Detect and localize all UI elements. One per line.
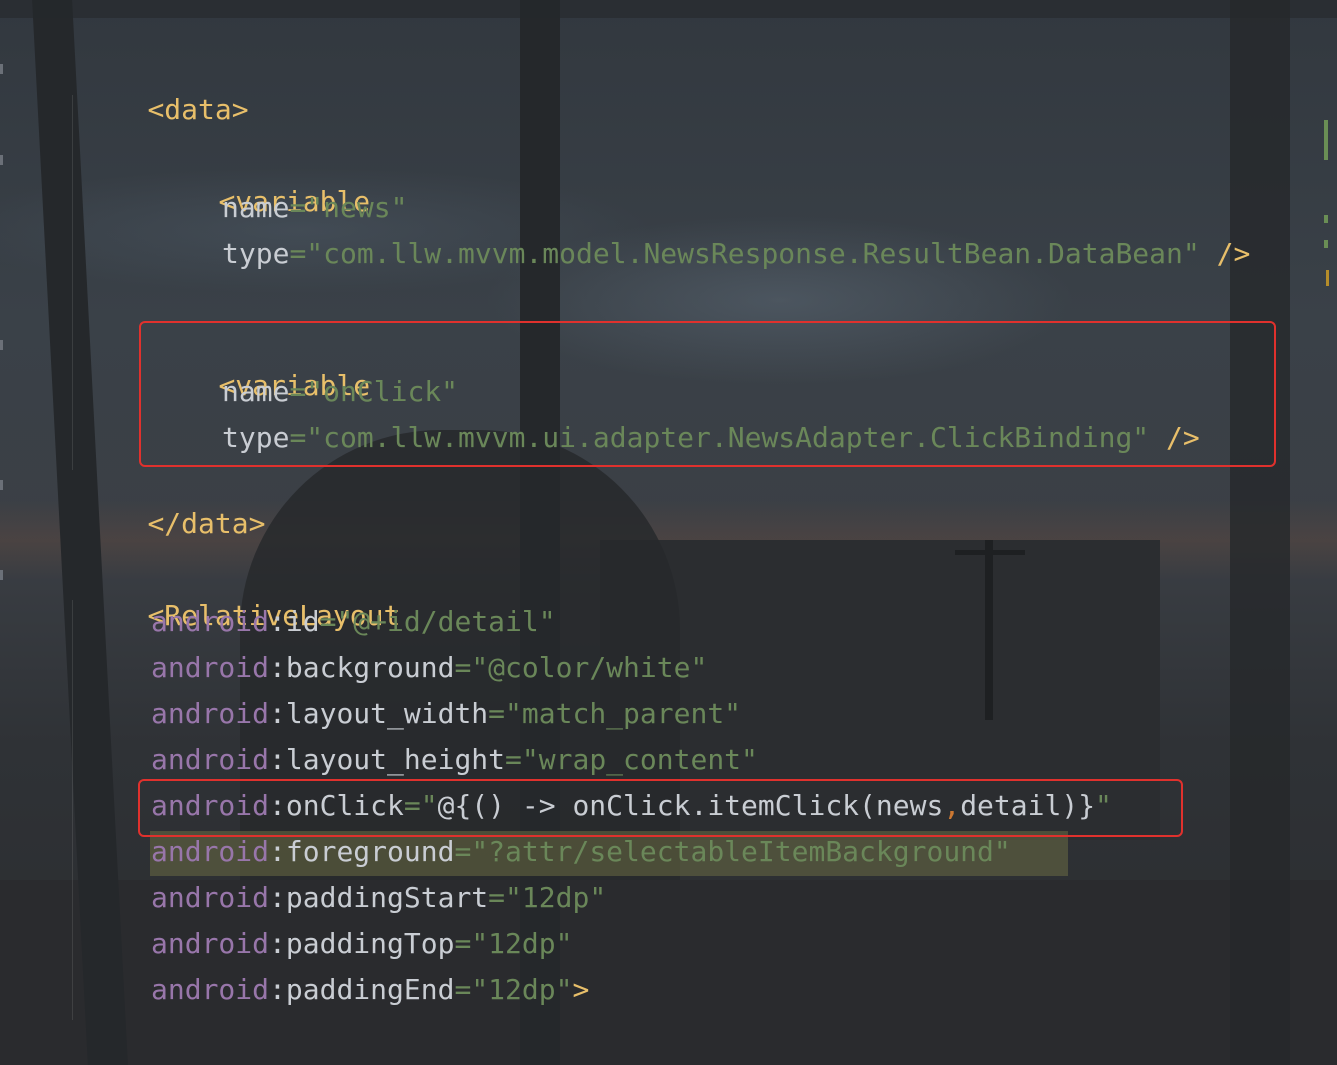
attribute-value: "12dp" [505, 881, 607, 914]
equals-sign: = [289, 237, 307, 270]
equals-sign: = [454, 927, 472, 960]
namespace-prefix: android [151, 697, 270, 730]
attribute-value: "?attr/selectableItemBackground" [471, 835, 1011, 868]
attribute-value: "12dp" [471, 927, 573, 960]
attribute-name: :foreground [269, 835, 455, 868]
indent-guide [72, 600, 73, 1020]
equals-sign: = [488, 881, 506, 914]
equals-sign: = [454, 973, 472, 1006]
tag-close: > [572, 973, 590, 1006]
equals-sign: = [289, 191, 307, 224]
attribute-name: :background [269, 651, 455, 684]
equals-sign: = [454, 835, 472, 868]
change-marker [1324, 120, 1328, 160]
attribute-value: "@+id/detail" [336, 605, 556, 638]
code-line-android-padding-start[interactable]: android:paddingStart="12dp" [151, 878, 606, 918]
xml-tag: </data> [147, 507, 266, 540]
code-line-android-id[interactable]: android:id="@+id/detail" [151, 602, 556, 642]
tag-close: /> [1199, 237, 1251, 270]
namespace-prefix: android [151, 973, 270, 1006]
code-line-android-padding-end[interactable]: android:paddingEnd="12dp"> [151, 970, 589, 1010]
attribute-name: name [222, 191, 290, 224]
equals-sign: = [488, 697, 506, 730]
code-line-android-padding-top[interactable]: android:paddingTop="12dp" [151, 924, 572, 964]
annotation-box-onclick-variable [139, 321, 1276, 467]
attribute-name: :id [269, 605, 320, 638]
attribute-name: :layout_width [269, 697, 489, 730]
code-line-variable-1-open[interactable]: <variable [151, 142, 370, 218]
change-marker [1324, 215, 1328, 223]
code-line-relativelayout-open[interactable]: <RelativeLayout [80, 556, 400, 632]
attribute-name: type [222, 237, 290, 270]
attribute-value: "12dp" [471, 973, 573, 1006]
code-line-data-open[interactable]: <data> [80, 50, 248, 126]
attribute-value: "news" [306, 191, 408, 224]
namespace-prefix: android [151, 743, 270, 776]
attribute-value: "wrap_content" [521, 743, 758, 776]
attribute-name: :paddingEnd [269, 973, 455, 1006]
equals-sign: = [319, 605, 337, 638]
attribute-value: "@color/white" [471, 651, 708, 684]
code-line-variable-1-type[interactable]: type="com.llw.mvvm.model.NewsResponse.Re… [222, 234, 1250, 274]
change-marker [1324, 240, 1328, 248]
namespace-prefix: android [151, 881, 270, 914]
equals-sign: = [505, 743, 522, 776]
annotation-box-onclick-attribute [138, 779, 1183, 837]
namespace-prefix: android [151, 835, 270, 868]
namespace-prefix: android [151, 927, 270, 960]
code-line-variable-1-name[interactable]: name="news" [222, 188, 407, 228]
change-marker [1326, 270, 1329, 286]
attribute-value: "com.llw.mvvm.model.NewsResponse.ResultB… [306, 237, 1200, 270]
attribute-value: "match_parent" [505, 697, 742, 730]
code-line-android-foreground[interactable]: android:foreground="?attr/selectableItem… [151, 832, 1011, 872]
attribute-name: :paddingTop [269, 927, 455, 960]
code-line-data-close[interactable]: </data> [80, 464, 265, 540]
code-line-android-background[interactable]: android:background="@color/white" [151, 648, 707, 688]
xml-tag: <data> [147, 93, 249, 126]
namespace-prefix: android [151, 605, 270, 638]
code-line-android-layout-width[interactable]: android:layout_width="match_parent" [151, 694, 741, 734]
code-line-android-layout-height[interactable]: android:layout_height="wrap_content" [151, 740, 758, 780]
attribute-name: :paddingStart [269, 881, 489, 914]
attribute-name: :layout_height [269, 743, 506, 776]
indent-guide [72, 95, 73, 470]
equals-sign: = [454, 651, 472, 684]
namespace-prefix: android [151, 651, 270, 684]
